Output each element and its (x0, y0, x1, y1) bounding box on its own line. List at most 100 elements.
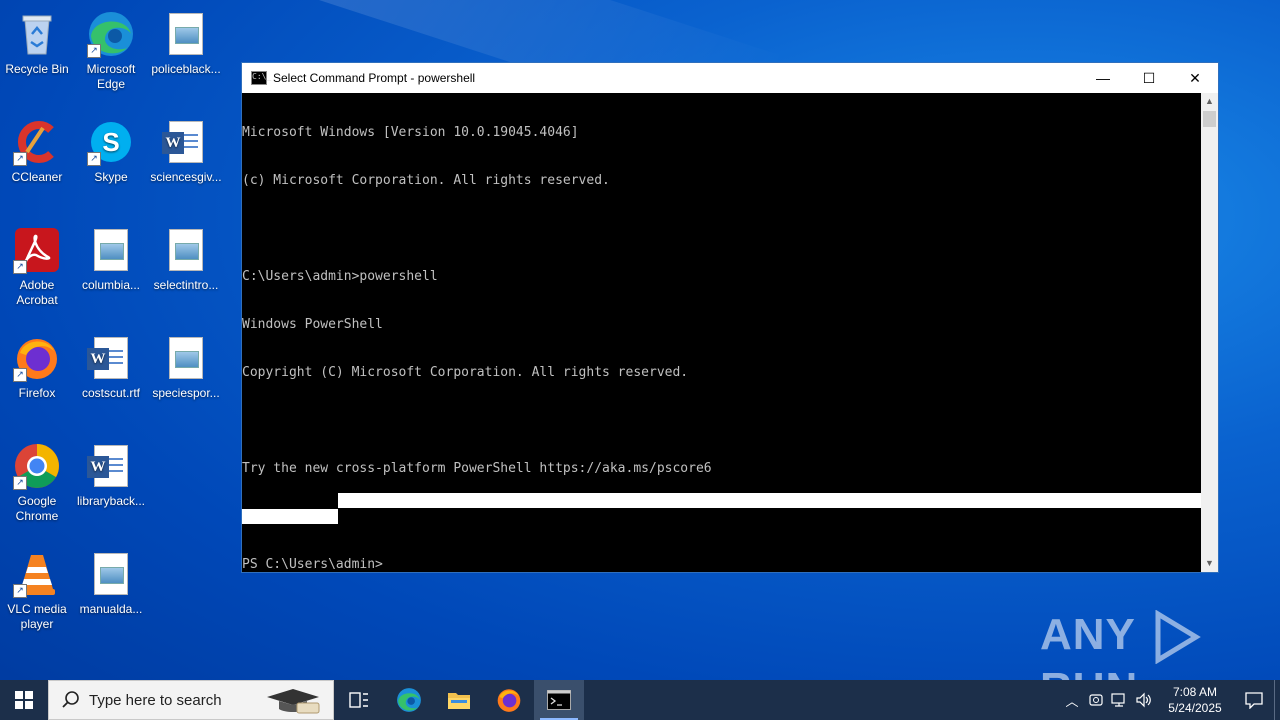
desktop-icon-label: costscut.rtf (81, 386, 140, 400)
taskbar-clock[interactable]: 7:08 AM 5/24/2025 (1156, 684, 1234, 716)
desktop-icon-label: Skype (94, 170, 128, 184)
edge-icon (397, 688, 421, 712)
taskbar-search-box[interactable] (48, 680, 334, 720)
scroll-up-arrow-icon[interactable]: ▲ (1201, 93, 1218, 110)
shortcut-arrow-icon: ↗ (87, 152, 101, 166)
scroll-down-arrow-icon[interactable]: ▼ (1201, 555, 1218, 572)
minimize-button[interactable]: — (1080, 63, 1126, 93)
taskbar-file-explorer-button[interactable] (434, 680, 484, 720)
vlc-icon: ↗ (13, 550, 61, 598)
desktop-icon-label: CCleaner (11, 170, 63, 184)
console-line: Windows PowerShell (242, 317, 383, 332)
desktop-icon-columbia[interactable]: columbia... (74, 222, 148, 293)
desktop-icon-sciencesgiv[interactable]: W sciencesgiv... (149, 114, 223, 185)
window-titlebar[interactable]: C:\_ Select Command Prompt - powershell … (242, 63, 1218, 93)
desktop-icon-microsoft-edge[interactable]: ↗ Microsoft Edge (74, 6, 148, 92)
desktop-icon-label: Microsoft Edge (86, 62, 136, 91)
vertical-scrollbar[interactable]: ▲ ▼ (1201, 93, 1218, 572)
svg-text:S: S (102, 127, 119, 157)
file-explorer-icon (448, 693, 470, 709)
clock-date: 5/24/2025 (1168, 701, 1222, 715)
chevron-up-icon: ︿ (1065, 693, 1079, 709)
desktop-icon-adobe-acrobat[interactable]: ↗ Adobe Acrobat (0, 222, 74, 308)
desktop-icon-google-chrome[interactable]: ↗ Google Chrome (0, 438, 74, 524)
taskbar: ︿ 7:08 AM 5/24/2025 (0, 680, 1280, 720)
system-tray: ︿ 7:08 AM 5/24/2025 (1060, 680, 1280, 720)
taskbar-edge-button[interactable] (384, 680, 434, 720)
word-file-icon: W (162, 118, 210, 166)
shortcut-arrow-icon: ↗ (13, 368, 27, 382)
skype-icon: S ↗ (87, 118, 135, 166)
shortcut-arrow-icon: ↗ (87, 44, 101, 58)
image-file-icon (162, 10, 210, 58)
console-line: (c) Microsoft Corporation. All rights re… (242, 173, 610, 188)
desktop-icon-skype[interactable]: S ↗ Skype (74, 114, 148, 185)
console-selection-highlight (338, 493, 1202, 508)
desktop-icon-vlc-media-player[interactable]: ↗ VLC media player (0, 546, 74, 632)
task-view-button[interactable] (334, 680, 384, 720)
image-file-icon (162, 334, 210, 382)
volume-button[interactable] (1132, 692, 1156, 708)
command-prompt-window[interactable]: C:\_ Select Command Prompt - powershell … (241, 62, 1219, 573)
network-icon (1111, 693, 1125, 707)
desktop-icon-label: sciencesgiv... (150, 170, 222, 184)
desktop-icon-label: speciespor... (152, 386, 220, 400)
tray-app-button[interactable] (1084, 692, 1108, 708)
desktop-icon-label: policeblack... (151, 62, 221, 76)
taskbar-cmd-button[interactable] (534, 680, 584, 720)
desktop-icon-costscut[interactable]: W costscut.rtf (74, 330, 148, 401)
desktop-icon-recycle-bin[interactable]: Recycle Bin (0, 6, 74, 77)
play-logo-icon (1155, 609, 1202, 665)
desktop-icon-label: Adobe Acrobat (16, 278, 58, 307)
recycle-bin-icon (13, 10, 61, 58)
show-hidden-icons-button[interactable]: ︿ (1060, 691, 1084, 710)
show-desktop-button[interactable] (1274, 680, 1280, 720)
minimize-icon: — (1096, 70, 1110, 86)
console-line: Copyright (C) Microsoft Corporation. All… (242, 365, 689, 380)
word-file-icon: W (87, 334, 135, 382)
taskbar-firefox-button[interactable] (484, 680, 534, 720)
search-icon (62, 691, 79, 708)
window-title: Select Command Prompt - powershell (273, 71, 476, 85)
console-selection-highlight (242, 509, 338, 524)
search-input[interactable] (87, 690, 251, 710)
network-button[interactable] (1108, 692, 1132, 708)
desktop-icon-firefox[interactable]: ↗ Firefox (0, 330, 74, 401)
close-icon: ✕ (1189, 69, 1201, 86)
desktop-icon-label: columbia... (81, 278, 141, 292)
image-file-icon (87, 226, 135, 274)
desktop-icon-selectintro[interactable]: selectintro... (149, 222, 223, 293)
console-output[interactable]: Microsoft Windows [Version 10.0.19045.40… (242, 93, 1202, 572)
firefox-icon: ↗ (13, 334, 61, 382)
desktop-icon-manualda[interactable]: manualda... (74, 546, 148, 617)
desktop-icon-ccleaner[interactable]: ↗ CCleaner (0, 114, 74, 185)
console-prompt-line: PS C:\Users\admin> (242, 557, 383, 572)
desktop-icon-label: selectintro... (153, 278, 219, 292)
desktop-icon-label: Recycle Bin (5, 62, 69, 76)
image-file-icon (87, 550, 135, 598)
shortcut-arrow-icon: ↗ (13, 260, 27, 274)
start-button[interactable] (0, 680, 48, 720)
maximize-icon: ☐ (1142, 69, 1156, 86)
ccleaner-icon: ↗ (13, 118, 61, 166)
graduation-cap-icon (267, 689, 320, 714)
desktop-icon-policeblack[interactable]: policeblack... (149, 6, 223, 77)
shortcut-arrow-icon: ↗ (13, 584, 27, 598)
desktop-icon-libraryback[interactable]: W libraryback... (74, 438, 148, 509)
scrollbar-thumb[interactable] (1203, 111, 1216, 127)
close-button[interactable]: ✕ (1172, 63, 1218, 93)
meet-now-icon (1089, 694, 1103, 706)
edge-icon: ↗ (87, 10, 135, 58)
task-view-icon (349, 692, 368, 708)
cmd-icon[interactable]: C:\_ (251, 71, 271, 85)
word-file-icon: W (87, 442, 135, 490)
desktop-icon-speciespor[interactable]: speciespor... (149, 330, 223, 401)
console-line: Microsoft Windows [Version 10.0.19045.40… (242, 125, 579, 140)
maximize-button[interactable]: ☐ (1126, 63, 1172, 93)
image-file-icon (162, 226, 210, 274)
notifications-button[interactable] (1234, 691, 1274, 709)
notification-icon (1245, 692, 1263, 709)
